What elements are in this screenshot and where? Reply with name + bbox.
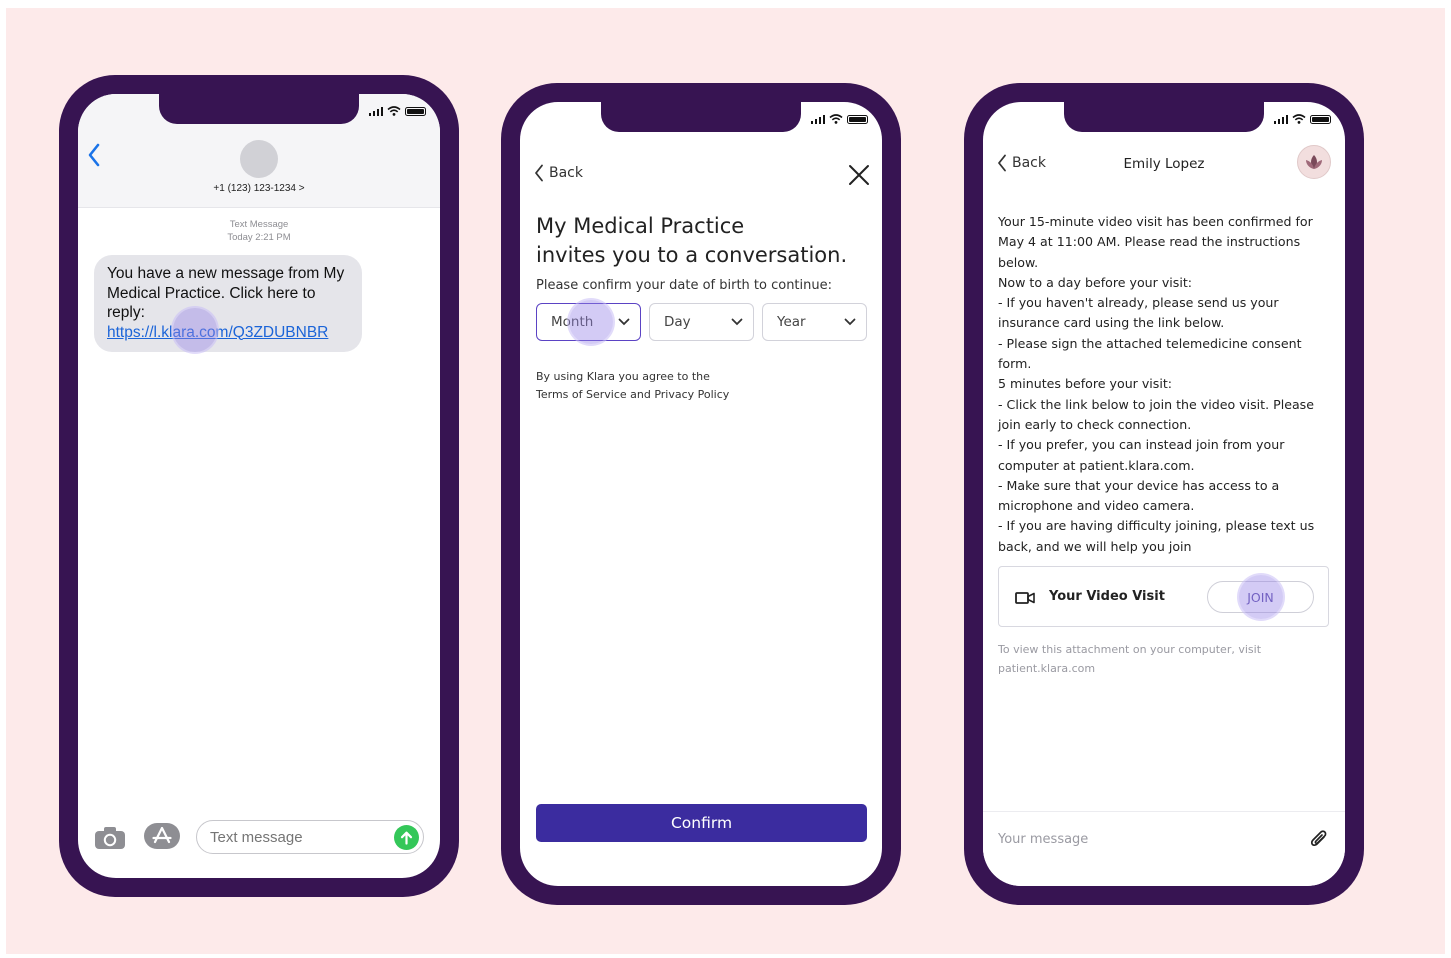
video-visit-card: Your Video Visit JOIN	[998, 566, 1329, 627]
phone-sms: +1 (123) 123-1234 > Text Message Today 2…	[59, 75, 459, 897]
message-link[interactable]: https://l.klara.com/Q3ZDUBNBR	[107, 324, 328, 341]
attachment-note: To view this attachment on your computer…	[998, 643, 1262, 675]
phone-notch	[1064, 102, 1264, 132]
message-line: - If you are having difficulty joining, …	[998, 518, 1315, 554]
contact-avatar[interactable]	[240, 140, 278, 178]
video-camera-icon	[1015, 590, 1035, 609]
back-chevron-icon	[535, 164, 543, 182]
conversation-message: Your 15-minute video visit has been conf…	[998, 212, 1334, 557]
terms-text: By using Klara you agree to the Terms of…	[536, 368, 729, 404]
message-line: - If you haven't already, please send us…	[998, 295, 1279, 331]
message-line: - Click the link below to join the video…	[998, 396, 1314, 432]
app-store-icon[interactable]	[144, 823, 180, 849]
signal-icon	[368, 106, 383, 116]
chevron-down-icon	[844, 318, 856, 326]
card-title: Your Video Visit	[1049, 589, 1165, 604]
day-select[interactable]: Day	[649, 303, 754, 341]
page-title: My Medical Practice invites you to a con…	[536, 212, 866, 270]
phone-verify: Back My Medical Practice invites you to …	[501, 83, 901, 905]
chevron-down-icon	[618, 318, 630, 326]
wifi-icon	[829, 114, 843, 124]
back-chevron-icon[interactable]	[86, 142, 102, 173]
phone-conversation: Back Emily Lopez Your 15-minute video vi…	[964, 83, 1364, 905]
phone-notch	[601, 102, 801, 132]
lotus-icon	[1306, 155, 1322, 169]
join-button[interactable]: JOIN	[1207, 581, 1314, 613]
message-meta: Text Message Today 2:21 PM	[78, 218, 440, 244]
sms-screen: +1 (123) 123-1234 > Text Message Today 2…	[78, 94, 440, 878]
signal-icon	[1273, 114, 1288, 124]
phone-notch	[159, 94, 359, 124]
message-input-bar: Your message	[983, 811, 1345, 886]
send-arrow-icon[interactable]	[394, 825, 419, 850]
contact-number[interactable]: +1 (123) 123-1234 >	[78, 183, 440, 194]
message-line: Now to a day before your visit:	[998, 274, 1193, 290]
battery-icon	[1310, 114, 1331, 124]
terms-link[interactable]: Terms of Service and Privacy Policy	[536, 386, 729, 404]
wifi-icon	[1292, 114, 1306, 124]
message-line: - If you prefer, you can instead join fr…	[998, 437, 1285, 473]
camera-icon[interactable]	[94, 826, 126, 855]
text-message-input[interactable]	[196, 820, 424, 854]
status-bar	[1273, 114, 1331, 124]
year-select[interactable]: Year	[762, 303, 867, 341]
paperclip-icon[interactable]	[1309, 829, 1329, 855]
message-line: 5 minutes before your visit:	[998, 376, 1173, 392]
dob-prompt: Please confirm your date of birth to con…	[536, 278, 832, 293]
year-label: Year	[777, 314, 806, 330]
sms-input-bar	[78, 808, 440, 878]
status-bar	[368, 106, 426, 116]
title-line-2: invites you to a conversation.	[536, 243, 848, 267]
message-type: Text Message	[229, 219, 289, 230]
practice-avatar[interactable]	[1297, 145, 1331, 179]
chevron-down-icon	[731, 318, 743, 326]
verify-screen: Back My Medical Practice invites you to …	[520, 102, 882, 886]
status-bar	[810, 114, 868, 124]
confirm-button[interactable]: Confirm	[536, 804, 867, 842]
back-button[interactable]: Back	[534, 164, 583, 182]
message-line: Your 15-minute video visit has been conf…	[998, 214, 1313, 270]
message-time: Today 2:21 PM	[227, 232, 291, 243]
terms-line-1: By using Klara you agree to the	[536, 370, 710, 383]
message-line: - Please sign the attached telemedicine …	[998, 335, 1302, 372]
close-icon[interactable]	[848, 164, 870, 190]
message-line: - Make sure that your device has access …	[998, 477, 1280, 514]
battery-icon	[405, 106, 426, 116]
title-line-1: My Medical Practice	[536, 214, 745, 238]
month-select[interactable]: Month	[536, 303, 641, 341]
message-input[interactable]: Your message	[998, 832, 1088, 847]
message-text: You have a new message from My Medical P…	[107, 265, 345, 321]
contact-name: Emily Lopez	[1123, 156, 1205, 172]
month-label: Month	[551, 314, 594, 330]
message-bubble: You have a new message from My Medical P…	[94, 255, 362, 352]
conversation-screen: Back Emily Lopez Your 15-minute video vi…	[983, 102, 1345, 886]
signal-icon	[810, 114, 825, 124]
back-label: Back	[549, 165, 583, 181]
day-label: Day	[664, 314, 691, 330]
battery-icon	[847, 114, 868, 124]
wifi-icon	[387, 106, 401, 116]
